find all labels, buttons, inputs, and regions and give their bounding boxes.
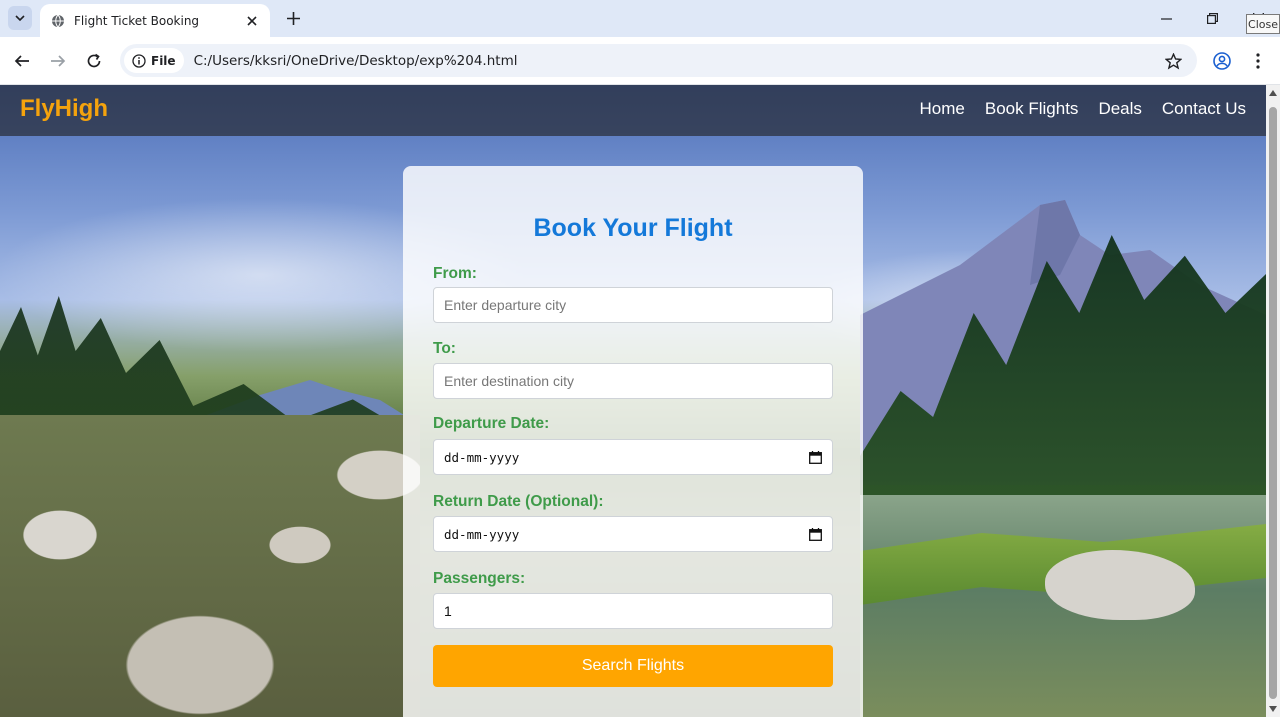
plus-icon: [286, 11, 300, 25]
from-label: From:: [433, 265, 477, 282]
browser-tab-strip: Flight Ticket Booking Close: [0, 0, 1280, 37]
departure-date-value: dd-mm-yyyy: [444, 449, 520, 465]
from-input[interactable]: Enter departure city: [433, 287, 833, 323]
nav-link-contact-us[interactable]: Contact Us: [1162, 99, 1246, 119]
minimize-icon: [1160, 17, 1172, 20]
chevron-down-icon: [15, 15, 25, 22]
calendar-icon[interactable]: [808, 450, 822, 464]
more-vertical-icon: [1256, 53, 1260, 69]
nav-link-deals[interactable]: Deals: [1098, 99, 1141, 119]
tab-title: Flight Ticket Booking: [74, 13, 200, 28]
scroll-up-arrow-icon[interactable]: [1266, 87, 1280, 99]
passengers-input[interactable]: 1: [433, 593, 833, 629]
nav-links: Home Book Flights Deals Contact Us: [920, 99, 1246, 119]
bookmark-star-icon[interactable]: [1161, 49, 1185, 73]
brand-logo[interactable]: FlyHigh: [20, 95, 108, 123]
page-viewport: FlyHigh Home Book Flights Deals Contact …: [0, 85, 1266, 717]
rocks-image: [0, 415, 420, 717]
close-tab-icon[interactable]: [244, 13, 260, 29]
restore-button[interactable]: [1198, 6, 1226, 30]
close-tooltip: Close: [1246, 14, 1280, 34]
site-chip-label: File: [151, 53, 176, 68]
to-input[interactable]: Enter destination city: [433, 363, 833, 399]
menu-button[interactable]: [1246, 49, 1270, 73]
back-button[interactable]: [10, 49, 34, 73]
departure-date-input[interactable]: dd-mm-yyyy: [433, 439, 833, 475]
page-scrollbar[interactable]: [1266, 85, 1280, 717]
address-bar[interactable]: File C:/Users/kksri/OneDrive/Desktop/exp…: [120, 44, 1197, 77]
site-info-chip[interactable]: File: [124, 48, 184, 73]
calendar-icon[interactable]: [808, 527, 822, 541]
return-date-label: Return Date (Optional):: [433, 493, 604, 510]
profile-icon: [1213, 52, 1231, 70]
reload-icon: [87, 53, 101, 68]
from-placeholder: Enter departure city: [444, 297, 567, 313]
new-tab-button[interactable]: [282, 7, 304, 29]
return-date-input[interactable]: dd-mm-yyyy: [433, 516, 833, 552]
tab-search-button[interactable]: [8, 6, 32, 30]
arrow-left-icon: [14, 55, 29, 67]
browser-tab[interactable]: Flight Ticket Booking: [40, 4, 270, 37]
restore-icon: [1206, 12, 1218, 24]
profile-button[interactable]: [1210, 49, 1234, 73]
return-date-value: dd-mm-yyyy: [444, 526, 520, 542]
scroll-down-arrow-icon[interactable]: [1266, 703, 1280, 715]
to-label: To:: [433, 340, 456, 357]
passengers-label: Passengers:: [433, 570, 526, 587]
info-icon: [132, 53, 146, 68]
to-placeholder: Enter destination city: [444, 373, 574, 389]
search-flights-button[interactable]: Search Flights: [433, 645, 833, 687]
reload-button[interactable]: [82, 49, 106, 73]
departure-date-label: Departure Date:: [433, 415, 550, 432]
nav-link-book-flights[interactable]: Book Flights: [985, 99, 1079, 119]
scroll-thumb[interactable]: [1269, 107, 1277, 699]
browser-toolbar: File C:/Users/kksri/OneDrive/Desktop/exp…: [0, 37, 1280, 85]
minimize-button[interactable]: [1152, 6, 1180, 30]
globe-icon: [50, 13, 66, 29]
forward-button[interactable]: [46, 49, 70, 73]
site-navbar: FlyHigh Home Book Flights Deals Contact …: [0, 85, 1266, 136]
booking-form-card: Book Your Flight From: Enter departure c…: [403, 166, 863, 717]
url-text[interactable]: C:/Users/kksri/OneDrive/Desktop/exp%204.…: [194, 53, 518, 69]
form-title: Book Your Flight: [533, 214, 733, 242]
passengers-value: 1: [444, 603, 452, 619]
nav-link-home[interactable]: Home: [920, 99, 965, 119]
arrow-right-icon: [51, 55, 66, 67]
